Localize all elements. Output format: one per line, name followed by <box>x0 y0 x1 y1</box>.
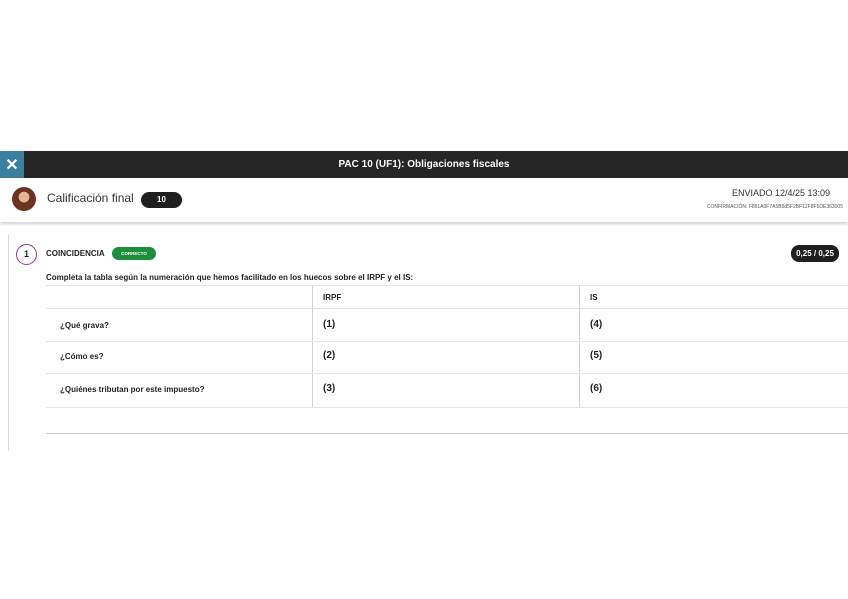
avatar <box>12 187 36 211</box>
status-badge: CORRECTO <box>112 247 156 260</box>
final-grade-label: Calificación final <box>47 191 134 205</box>
row-label: ¿Qué grava? <box>60 321 109 330</box>
matching-table: IRPF IS ¿Qué grava? (1) (4) ¿Cómo es? (2… <box>46 285 848 408</box>
score-badge: 0,25 / 0,25 <box>791 245 839 262</box>
sent-timestamp: ENVIADO 12/4/25 13:09 <box>731 188 830 198</box>
column-divider <box>312 285 313 408</box>
question-number-badge: 1 <box>16 244 37 265</box>
left-divider <box>8 234 9 451</box>
row-divider <box>46 341 848 342</box>
modal-title: PAC 10 (UF1): Obligaciones fiscales <box>338 159 510 170</box>
column-header-is: IS <box>590 293 598 302</box>
close-icon: ✕ <box>5 156 19 174</box>
answer-cell: (3) <box>323 383 336 394</box>
answer-cell: (5) <box>590 350 603 361</box>
grade-header: Calificación final 10 ENVIADO 12/4/25 13… <box>0 178 848 222</box>
modal-titlebar: PAC 10 (UF1): Obligaciones fiscales ✕ <box>0 151 848 178</box>
answer-cell: (6) <box>590 383 603 394</box>
question-panel: 1 COINCIDENCIA CORRECTO 0,25 / 0,25 Comp… <box>0 226 848 451</box>
grade-modal: PAC 10 (UF1): Obligaciones fiscales ✕ Ca… <box>0 151 848 451</box>
row-label: ¿Quiénes tributan por este impuesto? <box>60 385 205 394</box>
section-divider <box>46 433 848 434</box>
confirmation-code: CONFIRMACIÓN: F861A0F7A5B5d5F2BF12F8F5DE… <box>706 204 843 210</box>
column-divider <box>579 285 580 408</box>
row-divider <box>46 407 848 408</box>
final-grade-badge: 10 <box>141 192 182 208</box>
answer-cell: (1) <box>323 319 336 330</box>
column-header-irpf: IRPF <box>323 293 342 302</box>
question-type: COINCIDENCIA <box>46 249 105 258</box>
row-divider <box>46 285 848 286</box>
question-instruction: Completa la tabla según la numeración qu… <box>46 273 414 282</box>
answer-cell: (4) <box>590 319 603 330</box>
row-label: ¿Cómo es? <box>60 352 104 361</box>
answer-cell: (2) <box>323 350 336 361</box>
row-divider <box>46 373 848 374</box>
row-divider <box>46 308 848 309</box>
close-button[interactable]: ✕ <box>0 151 24 178</box>
